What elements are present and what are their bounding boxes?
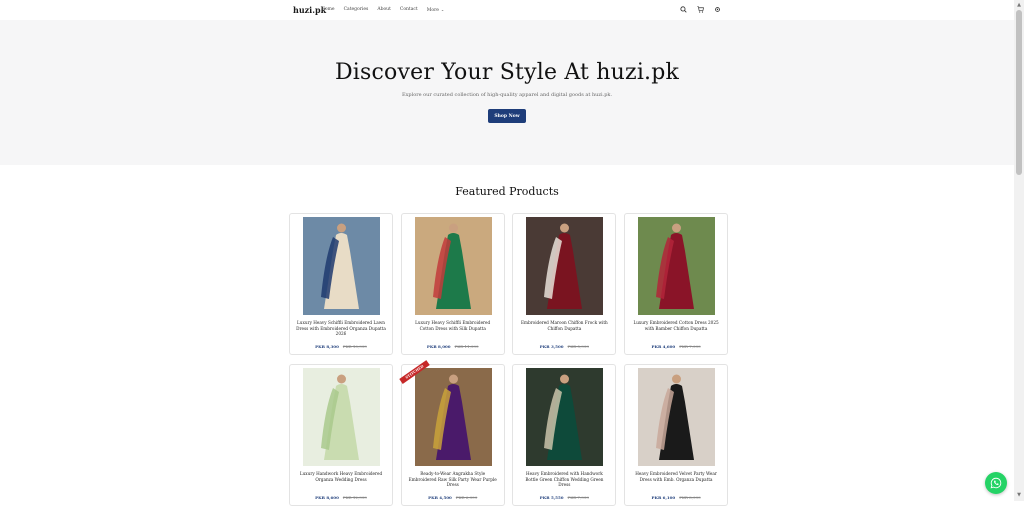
nav-categories[interactable]: Categories xyxy=(344,7,369,13)
product-price: PKR 4,500 PKR 6,999 xyxy=(402,495,504,500)
nav-more[interactable]: More ⌄ xyxy=(427,7,445,13)
product-card[interactable]: Embroidered Maroon Chiffon Frock with Ch… xyxy=(512,213,617,355)
product-name[interactable]: Embroidered Maroon Chiffon Frock with Ch… xyxy=(519,320,609,331)
product-price: PKR 5,550 PKR 7,999 xyxy=(513,495,615,500)
sale-price: PKR 4,600 xyxy=(651,344,676,349)
product-price: PKR 4,600 PKR 7,999 xyxy=(625,344,727,349)
featured-products-title: Featured Products xyxy=(455,185,559,198)
page-scrollbar[interactable]: ▲ ▼ xyxy=(1014,0,1024,501)
original-price: PKR 5,999 xyxy=(567,344,589,349)
original-price: PKR 11,999 xyxy=(454,344,479,349)
product-name[interactable]: Heavy Embroidered Velvet Party Wear Dres… xyxy=(631,471,721,482)
product-image[interactable] xyxy=(303,368,380,466)
chevron-down-icon: ⌄ xyxy=(440,7,445,12)
product-image[interactable] xyxy=(414,368,492,466)
sale-price: PKR 3,500 xyxy=(539,344,564,349)
product-name[interactable]: Heavy Embroidered with Handwork Bottle G… xyxy=(519,471,609,488)
product-image[interactable] xyxy=(638,368,716,466)
original-price: PKR 12,999 xyxy=(342,495,367,500)
original-price: PKR 6,999 xyxy=(455,495,478,500)
product-card[interactable]: Luxury Embroidered Cotton Dress 2025 wit… xyxy=(624,213,729,355)
product-price: PKR 3,500 PKR 5,999 xyxy=(513,344,615,349)
product-card[interactable]: Luxury Heavy Schiffli Embroidered Cotton… xyxy=(400,213,505,355)
sale-price: PKR 6,100 xyxy=(651,495,676,500)
product-price: PKR 8,600 PKR 12,999 xyxy=(290,495,392,500)
product-image[interactable] xyxy=(526,217,604,315)
cart-icon[interactable] xyxy=(697,6,704,13)
product-grid: Luxury Heavy Schiffli Embroidered Lawn D… xyxy=(289,213,729,506)
search-icon[interactable] xyxy=(680,6,687,13)
product-card[interactable]: Luxury Handwork Heavy Embroidered Organz… xyxy=(289,364,393,506)
sale-price: PKR 4,500 xyxy=(428,495,452,500)
scroll-down-icon[interactable]: ▼ xyxy=(1016,492,1022,498)
nav-home[interactable]: Home xyxy=(321,7,335,13)
whatsapp-button[interactable] xyxy=(985,472,1007,494)
product-name[interactable]: Luxury Heavy Schiffli Embroidered Cotton… xyxy=(408,320,498,331)
hero-subtitle: Explore our curated collection of high-q… xyxy=(401,92,613,98)
product-name[interactable]: Luxury Handwork Heavy Embroidered Organz… xyxy=(296,471,386,482)
hero-title: Discover Your Style At huzi.pk xyxy=(334,60,680,85)
product-name[interactable]: Ready-to-Wear Angrakha Style Embroidered… xyxy=(408,471,498,488)
product-card[interactable]: Luxury Heavy Schiffli Embroidered Lawn D… xyxy=(289,213,393,355)
sale-price: PKR 8,300 xyxy=(315,344,339,349)
product-card[interactable]: STITCHED Ready-to-Wear Angrakha Style Em… xyxy=(398,360,505,506)
original-price: PKR 7,999 xyxy=(567,495,589,500)
nav-about[interactable]: About xyxy=(377,7,391,13)
product-price: PKR 6,100 PKR 8,999 xyxy=(625,495,727,500)
nav-more-label: More xyxy=(426,8,439,13)
product-price: PKR 8,000 PKR 11,999 xyxy=(402,344,504,349)
product-image[interactable] xyxy=(414,217,492,315)
original-price: PKR 8,999 xyxy=(679,495,701,500)
original-price: PKR 7,999 xyxy=(679,344,701,349)
nav-contact[interactable]: Contact xyxy=(400,7,418,13)
shop-now-button[interactable]: Shop Now xyxy=(488,109,526,123)
product-image[interactable] xyxy=(638,217,716,315)
product-name[interactable]: Luxury Embroidered Cotton Dress 2025 wit… xyxy=(631,320,721,331)
scroll-thumb[interactable] xyxy=(1016,10,1022,175)
settings-icon[interactable] xyxy=(714,6,721,13)
product-card[interactable]: Heavy Embroidered with Handwork Bottle G… xyxy=(512,364,617,506)
product-image[interactable] xyxy=(303,217,380,315)
site-header: huzi.pk Home Categories About Contact Mo… xyxy=(0,0,1014,21)
scroll-up-icon[interactable]: ▲ xyxy=(1016,2,1022,8)
product-image[interactable] xyxy=(526,368,604,466)
sale-price: PKR 5,550 xyxy=(539,495,564,500)
whatsapp-icon xyxy=(990,477,1002,489)
header-icons xyxy=(680,6,721,13)
sale-price: PKR 8,600 xyxy=(315,495,339,500)
hero-section: Discover Your Style At huzi.pk Explore o… xyxy=(0,20,1014,165)
main-nav: Home Categories About Contact More ⌄ xyxy=(321,7,444,13)
product-price: PKR 8,300 PKR 10,999 xyxy=(290,344,392,349)
sale-price: PKR 8,000 xyxy=(426,344,451,349)
product-name[interactable]: Luxury Heavy Schiffli Embroidered Lawn D… xyxy=(296,320,386,337)
product-card[interactable]: Heavy Embroidered Velvet Party Wear Dres… xyxy=(624,364,729,506)
original-price: PKR 10,999 xyxy=(342,344,367,349)
